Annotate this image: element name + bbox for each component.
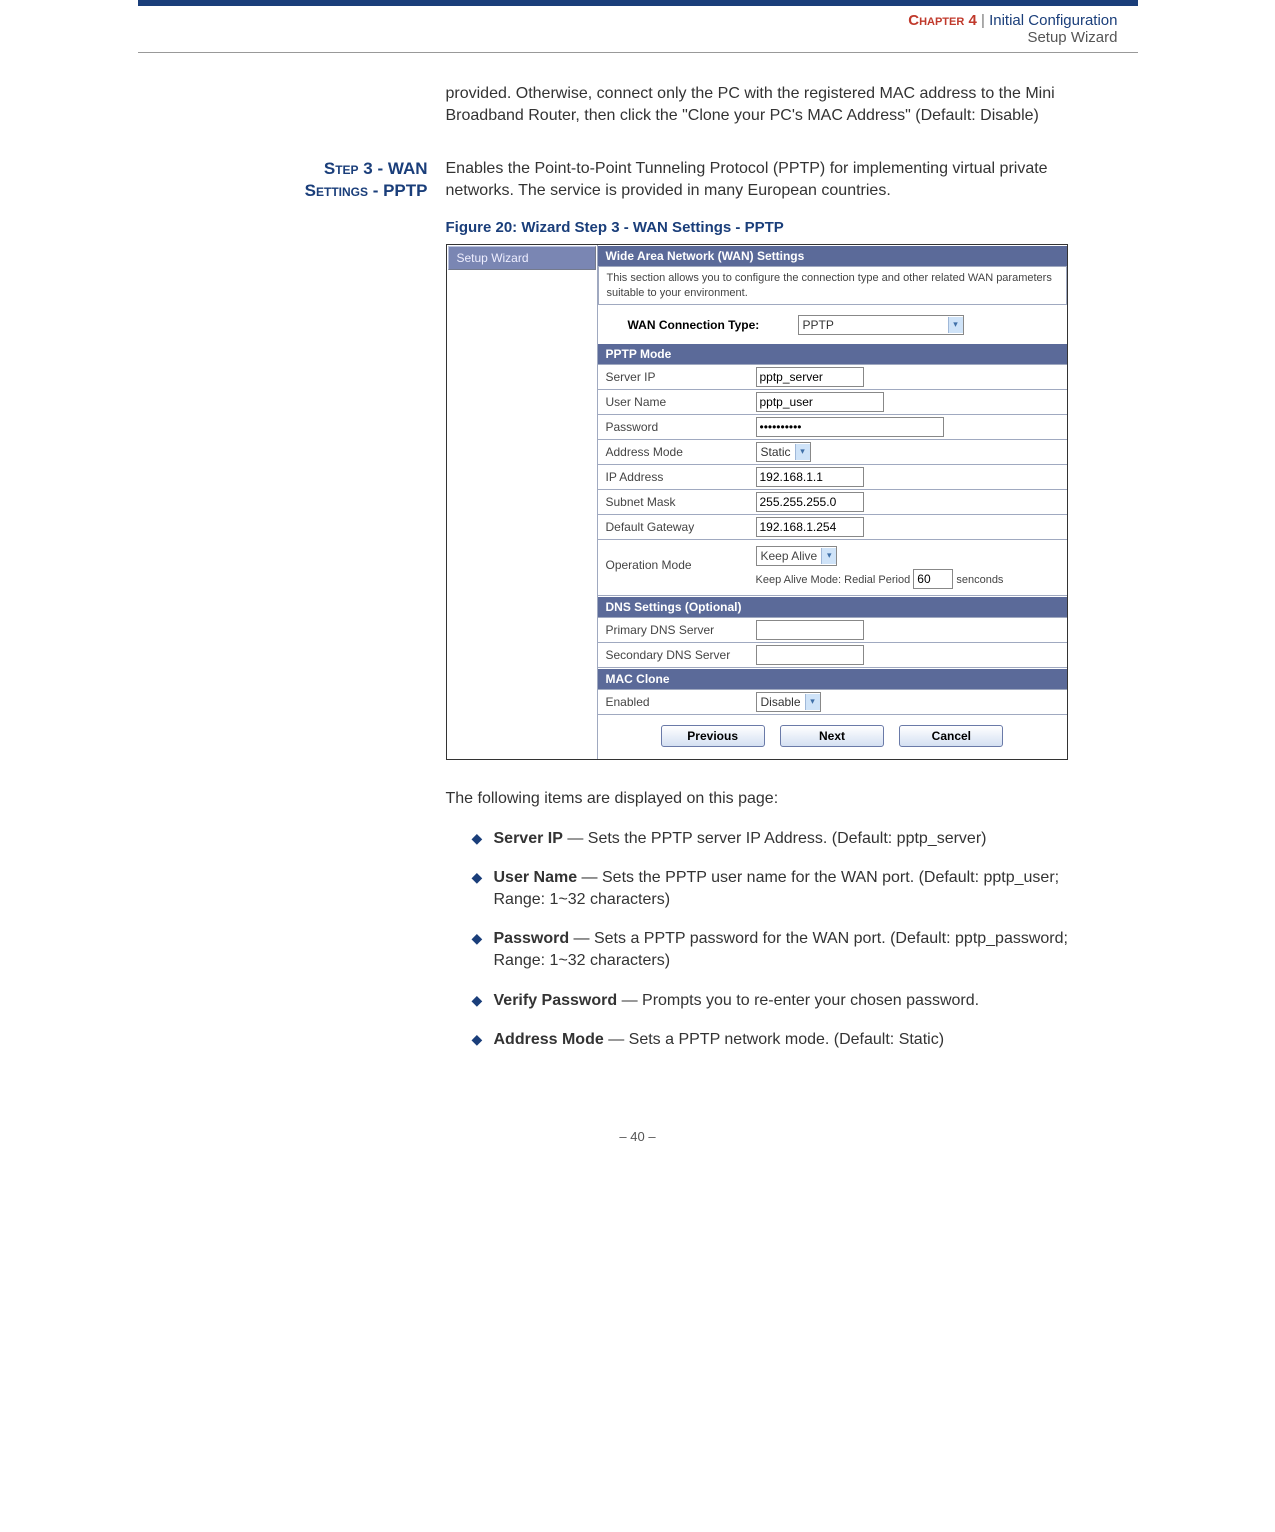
figure-sidebar: Setup Wizard [447, 245, 598, 759]
header-title-primary: Initial Configuration [989, 12, 1117, 29]
item-title: Verify Password [494, 992, 618, 1009]
item-title: User Name [494, 869, 578, 886]
section-header-pptp: PPTP Mode [598, 343, 1067, 364]
list-item: Password — Sets a PPTP password for the … [472, 928, 1098, 971]
user-name-input[interactable] [756, 392, 884, 412]
page-footer: – 40 – [138, 1129, 1138, 1144]
intro-paragraph: provided. Otherwise, connect only the PC… [446, 83, 1098, 126]
mac-clone-value: Disable [761, 695, 801, 709]
figure-caption: Figure 20: Wizard Step 3 - WAN Settings … [446, 219, 1098, 236]
top-rule [138, 0, 1138, 6]
primary-dns-label: Primary DNS Server [606, 623, 756, 637]
primary-dns-input[interactable] [756, 620, 864, 640]
side-heading-line1: Step 3 - WAN [324, 159, 428, 178]
wan-type-select[interactable]: PPTP ▾ [798, 315, 964, 335]
cancel-button[interactable]: Cancel [899, 725, 1003, 747]
secondary-dns-label: Secondary DNS Server [606, 648, 756, 662]
password-input[interactable] [756, 417, 944, 437]
list-item: User Name — Sets the PPTP user name for … [472, 867, 1098, 910]
server-ip-input[interactable] [756, 367, 864, 387]
subnet-mask-input[interactable] [756, 492, 864, 512]
address-mode-value: Static [761, 445, 791, 459]
figure-wizard-pptp: Setup Wizard Wide Area Network (WAN) Set… [446, 244, 1068, 760]
explain-intro: The following items are displayed on thi… [446, 788, 1098, 810]
operation-mode-value: Keep Alive [761, 549, 818, 563]
user-name-label: User Name [606, 395, 756, 409]
subnet-mask-label: Subnet Mask [606, 495, 756, 509]
page-header: Chapter 4 | Initial Configuration Setup … [138, 8, 1138, 53]
chevron-down-icon: ▾ [821, 548, 836, 564]
mac-clone-label: Enabled [606, 695, 756, 709]
previous-button[interactable]: Previous [661, 725, 765, 747]
operation-mode-label: Operation Mode [606, 544, 756, 572]
secondary-dns-input[interactable] [756, 645, 864, 665]
list-item: Server IP — Sets the PPTP server IP Addr… [472, 828, 1098, 850]
next-button[interactable]: Next [780, 725, 884, 747]
header-separator: | [981, 12, 985, 29]
item-rest: — Sets the PPTP user name for the WAN po… [494, 869, 1060, 908]
redial-suffix: senconds [956, 574, 1003, 586]
default-gateway-label: Default Gateway [606, 520, 756, 534]
section-header-wan: Wide Area Network (WAN) Settings [598, 245, 1067, 266]
chapter-label: Chapter 4 [908, 12, 977, 29]
operation-mode-select[interactable]: Keep Alive ▾ [756, 546, 838, 566]
explain-list: Server IP — Sets the PPTP server IP Addr… [446, 828, 1098, 1051]
password-label: Password [606, 420, 756, 434]
item-rest: — Sets a PPTP network mode. (Default: St… [604, 1031, 944, 1048]
item-title: Password [494, 930, 570, 947]
server-ip-label: Server IP [606, 370, 756, 384]
address-mode-select[interactable]: Static ▾ [756, 442, 811, 462]
header-title-secondary: Setup Wizard [158, 29, 1118, 46]
list-item: Address Mode — Sets a PPTP network mode.… [472, 1029, 1098, 1051]
wan-description: This section allows you to configure the… [598, 266, 1067, 305]
item-rest: — Prompts you to re-enter your chosen pa… [617, 992, 979, 1009]
ip-address-input[interactable] [756, 467, 864, 487]
wan-type-label: WAN Connection Type: [628, 318, 798, 332]
description-paragraph: Enables the Point-to-Point Tunneling Pro… [446, 158, 1098, 201]
section-header-dns: DNS Settings (Optional) [598, 596, 1067, 617]
wan-type-value: PPTP [803, 318, 944, 332]
address-mode-label: Address Mode [606, 445, 756, 459]
side-heading: Step 3 - WAN Settings - PPTP [178, 158, 428, 202]
chevron-down-icon: ▾ [805, 694, 820, 710]
sidebar-item-setup-wizard[interactable]: Setup Wizard [448, 246, 596, 270]
redial-period-input[interactable] [913, 569, 953, 589]
chevron-down-icon: ▾ [948, 317, 963, 333]
item-rest: — Sets a PPTP password for the WAN port.… [494, 930, 1068, 969]
section-header-mac: MAC Clone [598, 668, 1067, 689]
redial-prefix: Keep Alive Mode: Redial Period [756, 574, 911, 586]
ip-address-label: IP Address [606, 470, 756, 484]
item-title: Address Mode [494, 1031, 604, 1048]
chevron-down-icon: ▾ [795, 444, 810, 460]
mac-clone-select[interactable]: Disable ▾ [756, 692, 821, 712]
default-gateway-input[interactable] [756, 517, 864, 537]
side-heading-line2: Settings - PPTP [305, 181, 428, 200]
list-item: Verify Password — Prompts you to re-ente… [472, 990, 1098, 1012]
item-rest: — Sets the PPTP server IP Address. (Defa… [563, 830, 987, 847]
item-title: Server IP [494, 830, 563, 847]
